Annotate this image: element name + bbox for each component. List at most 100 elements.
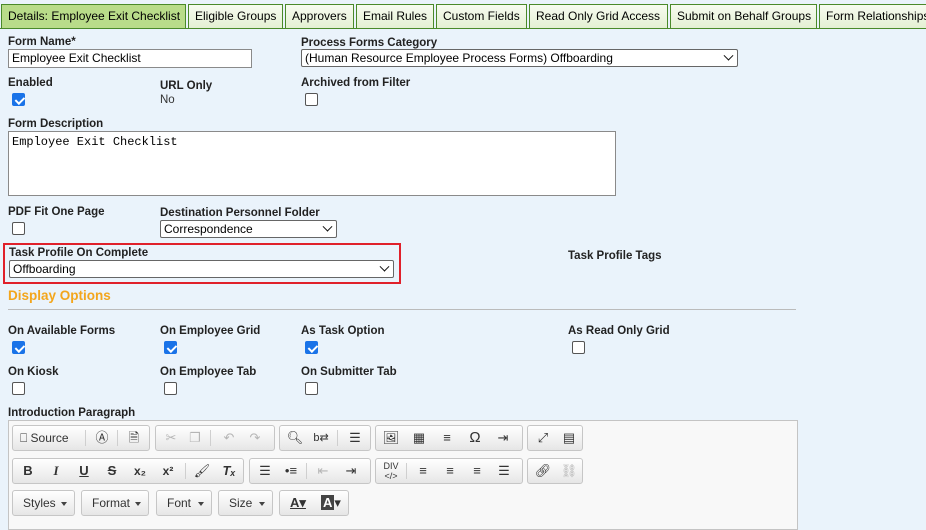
source-icon: ⎕ (20, 431, 28, 445)
toolbar-separator (117, 430, 118, 446)
numbered-list-icon[interactable]: ☰ (254, 461, 276, 481)
toolbar-group-links: 🔗︎ ⛓︎ (527, 458, 583, 484)
enabled-label: Enabled (8, 77, 53, 89)
pdf-fit-checkbox[interactable] (12, 222, 25, 235)
as-task-option-checkbox[interactable] (305, 341, 318, 354)
section-divider (8, 309, 796, 310)
tab-email-rules[interactable]: Email Rules (356, 4, 434, 28)
tab-submit-on-behalf-groups[interactable]: Submit on Behalf Groups (670, 4, 817, 28)
undo-icon[interactable]: ↶ (218, 428, 240, 448)
source-button[interactable]: ⎕ Source (17, 428, 81, 448)
format-dropdown[interactable]: Format (81, 490, 149, 516)
link-icon[interactable]: 🔗︎ (532, 461, 554, 481)
toolbar-separator (185, 463, 186, 479)
task-profile-label: Task Profile On Complete (9, 247, 149, 259)
div-container-icon[interactable]: DIV </> (380, 461, 402, 481)
toolbar-group-insert: 🖼︎ ▦ ≡ Ω ⇥ (375, 425, 523, 451)
tab-bar: Details: Employee Exit Checklist Eligibl… (0, 4, 926, 28)
url-only-value: No (160, 94, 175, 106)
align-left-icon[interactable]: ≡ (412, 461, 434, 481)
outdent-icon[interactable]: ⇤ (312, 461, 334, 481)
spellcheck-icon[interactable]: ☰ (344, 428, 366, 448)
remove-format-icon[interactable]: Tₓ (218, 461, 240, 481)
on-kiosk-checkbox[interactable] (12, 382, 25, 395)
tab-read-only-grid-access[interactable]: Read Only Grid Access (529, 4, 668, 28)
enabled-checkbox[interactable] (12, 93, 25, 106)
on-employee-tab-checkbox[interactable] (164, 382, 177, 395)
task-profile-select[interactable]: Offboarding (9, 260, 394, 278)
redo-icon[interactable]: ↷ (244, 428, 266, 448)
dest-folder-select[interactable]: Correspondence (160, 220, 337, 238)
styles-label: Styles (23, 496, 56, 510)
underline-icon[interactable]: U (73, 461, 95, 481)
tab-approvers[interactable]: Approvers (285, 4, 354, 28)
chevron-down-icon (723, 50, 734, 61)
show-blocks-icon[interactable]: ▤ (558, 428, 580, 448)
cut-icon[interactable]: ✂ (160, 428, 182, 448)
horizontal-line-icon[interactable]: ≡ (436, 428, 458, 448)
description-textarea[interactable]: Employee Exit Checklist (8, 131, 616, 196)
indent-icon[interactable]: ⇥ (340, 461, 362, 481)
special-char-icon[interactable]: Ω (464, 428, 486, 448)
display-options-title: Display Options (8, 288, 111, 303)
task-profile-select-value: Offboarding (13, 262, 76, 276)
toolbar-group-view: ⤢ ▤ (527, 425, 583, 451)
superscript-icon[interactable]: x² (157, 461, 179, 481)
unlink-icon[interactable]: ⛓︎ (558, 461, 580, 481)
pdf-fit-label: PDF Fit One Page (8, 206, 105, 218)
toolbar-group-basic-styles: B I U S x₂ x² 🖌︎ Tₓ (12, 458, 244, 484)
category-label: Process Forms Category (301, 37, 438, 49)
tab-eligible-groups[interactable]: Eligible Groups (188, 4, 283, 28)
chevron-down-icon (259, 502, 265, 506)
maximize-icon[interactable]: ⤢ (532, 428, 554, 448)
chevron-down-icon (135, 502, 141, 506)
on-submitter-tab-label: On Submitter Tab (301, 366, 397, 378)
rich-text-editor: ⎕ Source Ⓐ 🗎 ✂ ❐ ↶ ↷ 🔍︎ b⇄ ☰ 🖼︎ ▦ ≡ Ω ⇥ … (8, 420, 798, 530)
on-employee-grid-checkbox[interactable] (164, 341, 177, 354)
text-color-icon[interactable]: A▾ (283, 493, 313, 513)
table-icon[interactable]: ▦ (408, 428, 430, 448)
toolbar-separator (85, 430, 86, 446)
size-dropdown[interactable]: Size (218, 490, 273, 516)
accessibility-icon[interactable]: Ⓐ (91, 428, 113, 448)
document-icon[interactable]: 🗎 (123, 428, 145, 448)
image-icon[interactable]: 🖼︎ (380, 428, 402, 448)
on-submitter-tab-checkbox[interactable] (305, 382, 318, 395)
category-select[interactable]: (Human Resource Employee Process Forms) … (301, 49, 738, 67)
task-tags-label: Task Profile Tags (568, 250, 662, 262)
page-break-icon[interactable]: ⇥ (492, 428, 514, 448)
description-label: Form Description (8, 118, 104, 130)
archived-checkbox[interactable] (305, 93, 318, 106)
on-employee-grid-label: On Employee Grid (160, 325, 261, 337)
strikethrough-icon[interactable]: S (101, 461, 123, 481)
replace-icon[interactable]: b⇄ (310, 428, 332, 448)
tab-form-relationships[interactable]: Form Relationships (819, 4, 926, 28)
tab-details[interactable]: Details: Employee Exit Checklist (1, 4, 186, 28)
toolbar-separator (337, 430, 338, 446)
copy-format-icon[interactable]: 🖌︎ (191, 461, 213, 481)
chevron-down-icon (379, 261, 390, 272)
search-icon[interactable]: 🔍︎ (284, 428, 306, 448)
italic-icon[interactable]: I (45, 461, 67, 481)
form-name-input[interactable]: Employee Exit Checklist (8, 49, 252, 68)
dest-folder-select-value: Correspondence (164, 222, 253, 236)
on-employee-tab-label: On Employee Tab (160, 366, 257, 378)
tab-custom-fields[interactable]: Custom Fields (436, 4, 527, 28)
archived-label: Archived from Filter (301, 77, 411, 89)
align-center-icon[interactable]: ≡ (439, 461, 461, 481)
font-dropdown[interactable]: Font (156, 490, 212, 516)
toolbar-separator (210, 430, 211, 446)
copy-icon[interactable]: ❐ (184, 428, 206, 448)
subscript-icon[interactable]: x₂ (129, 461, 151, 481)
background-color-icon[interactable]: A ▾ (316, 493, 346, 513)
styles-dropdown[interactable]: Styles (12, 490, 75, 516)
align-justify-icon[interactable]: ☰ (493, 461, 515, 481)
as-read-only-grid-checkbox[interactable] (572, 341, 585, 354)
on-available-forms-checkbox[interactable] (12, 341, 25, 354)
bold-icon[interactable]: B (17, 461, 39, 481)
size-label: Size (229, 496, 253, 510)
on-available-forms-label: On Available Forms (8, 325, 116, 337)
align-right-icon[interactable]: ≡ (466, 461, 488, 481)
intro-paragraph-label: Introduction Paragraph (8, 407, 136, 419)
bulleted-list-icon[interactable]: •≡ (280, 461, 302, 481)
